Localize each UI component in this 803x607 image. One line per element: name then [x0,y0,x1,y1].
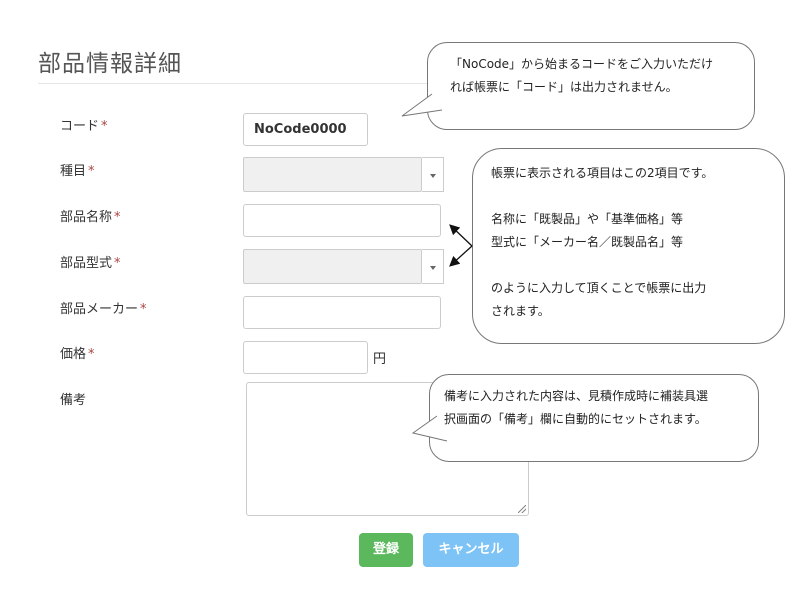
chevron-down-icon [429,173,436,178]
code-note-line: れば帳票に「コード」は出力されません。 [450,80,678,94]
register-button[interactable]: 登録 [359,533,413,567]
category-label: 種目 * [60,160,95,179]
required-mark: * [114,210,121,225]
resize-handle-icon[interactable] [518,505,526,513]
code-input[interactable]: NoCode0000 [243,113,368,146]
part-model-label-text: 部品型式 [60,256,113,271]
price-unit: 円 [373,352,387,367]
report-note-line: のように入力して頂くことで帳票に出力 [491,281,707,295]
part-name-input[interactable] [243,204,441,237]
report-note-spacer [491,185,770,208]
report-note-callout: 帳票に表示される項目はこの2項目です。 名称に「既製品」や「基準価格」等 型式に… [472,148,785,344]
remarks-note-line: 備考に入力された内容は、見積作成時に補装具選 [444,389,709,403]
report-note-line: 帳票に表示される項目はこの2項目です。 [491,166,714,180]
cancel-button[interactable]: キャンセル [423,533,519,567]
remarks-label: 備考 [60,389,86,408]
code-note-callout: 「NoCode」から始まるコードをご入力いただけ れば帳票に「コード」は出力され… [427,42,755,130]
part-model-label: 部品型式 * [60,252,121,271]
code-label: コード * [60,115,108,134]
part-model-dropdown-button[interactable] [422,249,444,284]
remarks-note-line: 択画面の「備考」欄に自動的にセットされます。 [444,412,707,426]
required-mark: * [101,119,108,134]
required-mark: * [88,347,95,362]
part-name-label: 部品名称 * [60,206,121,225]
title-divider [38,83,438,84]
page-title: 部品情報詳細 [38,51,182,77]
price-input[interactable] [243,341,368,374]
arrow-to-part-name [449,224,473,247]
remarks-note-callout: 備考に入力された内容は、見積作成時に補装具選 択画面の「備考」欄に自動的にセット… [429,374,759,462]
report-note-line: 型式に「メーカー名／既製品名」等 [491,235,684,249]
category-dropdown-button[interactable] [422,157,444,192]
chevron-down-icon [429,265,436,270]
price-label-text: 価格 [60,347,87,362]
required-mark: * [114,256,121,271]
code-label-text: コード [60,119,100,134]
part-maker-input[interactable] [243,296,441,329]
category-label-text: 種目 [60,164,87,179]
part-model-select[interactable] [243,249,422,284]
report-note-line: 名称に「既製品」や「基準価格」等 [491,212,684,226]
report-note-spacer [491,254,770,277]
remarks-label-text: 備考 [60,393,87,408]
price-label: 価格 * [60,343,95,362]
part-maker-label: 部品メーカー * [60,298,147,317]
category-select[interactable] [243,157,422,192]
required-mark: * [140,302,147,317]
arrow-to-part-model [449,245,473,267]
code-note-line: 「NoCode」から始まるコードをご入力いただけ [450,57,714,71]
part-name-label-text: 部品名称 [60,210,113,225]
report-note-line: されます。 [491,304,550,318]
part-maker-label-text: 部品メーカー [60,302,139,317]
required-mark: * [88,164,95,179]
